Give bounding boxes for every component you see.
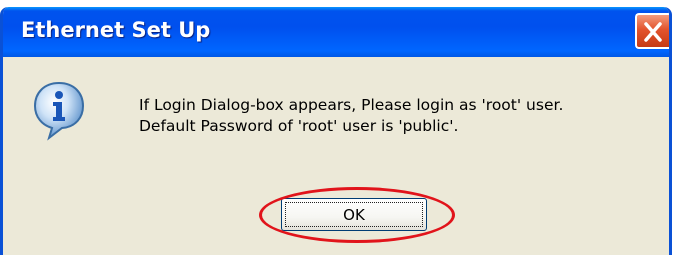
ethernet-setup-dialog: Ethernet Set Up If Login Dialog-box appe… [0, 7, 672, 255]
dialog-title: Ethernet Set Up [21, 18, 211, 42]
message-line-2: Default Password of 'root' user is 'publ… [139, 117, 459, 135]
dialog-message: If Login Dialog-box appears, Please logi… [139, 95, 563, 137]
close-button[interactable] [635, 13, 669, 49]
message-line-1: If Login Dialog-box appears, Please logi… [139, 96, 564, 114]
ok-button[interactable]: OK [281, 198, 427, 231]
dialog-titlebar[interactable]: Ethernet Set Up [3, 7, 669, 57]
information-icon [33, 81, 85, 141]
close-icon [644, 22, 662, 42]
